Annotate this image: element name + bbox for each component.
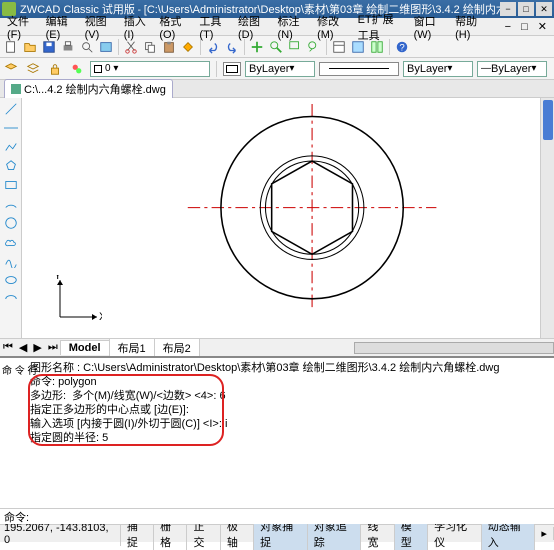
menu-format[interactable]: 格式(O): [154, 13, 194, 41]
doc-restore-button[interactable]: □: [516, 21, 533, 33]
scrollbar-horizontal[interactable]: [354, 342, 554, 354]
revcloud-button[interactable]: [2, 233, 20, 251]
rect-button[interactable]: [2, 176, 20, 194]
menu-window[interactable]: 窗口(W): [409, 13, 450, 41]
cmd-side-label: 命 令 行: [2, 362, 38, 377]
color-combo[interactable]: ByLayer ▾: [245, 61, 315, 77]
help-button[interactable]: ?: [393, 38, 411, 56]
maximize-button[interactable]: □: [518, 2, 534, 16]
menu-modify[interactable]: 修改(M): [312, 13, 353, 41]
paste-button[interactable]: [160, 38, 178, 56]
svg-text:X: X: [99, 311, 102, 323]
document-tabs: C:\...4.2 绘制内六角螺栓.dwg: [0, 80, 554, 98]
zoom-button[interactable]: [267, 38, 285, 56]
layer-state-button[interactable]: [24, 60, 42, 78]
close-button[interactable]: ✕: [536, 2, 552, 16]
layer-lock-button[interactable]: [46, 60, 64, 78]
print-button[interactable]: [59, 38, 77, 56]
dwg-icon: [11, 84, 21, 94]
ellipse-arc-button[interactable]: [2, 290, 20, 308]
properties-button[interactable]: [330, 38, 348, 56]
layer-props-button[interactable]: [2, 60, 20, 78]
svg-text:?: ?: [399, 42, 404, 53]
menu-tools[interactable]: 工具(T): [194, 13, 233, 41]
menu-draw[interactable]: 绘图(D): [233, 13, 273, 41]
menu-help[interactable]: 帮助(H): [450, 13, 490, 41]
layout-tab-model[interactable]: Model: [60, 340, 110, 355]
scrollbar-vertical[interactable]: [540, 98, 554, 338]
redo-button[interactable]: [223, 38, 241, 56]
polygon-button[interactable]: [2, 157, 20, 175]
status-bar: 195.2067, -143.8103, 0 捕捉 栅格 正交 极轴 对象捕捉 …: [0, 524, 554, 542]
open-button[interactable]: [21, 38, 39, 56]
tab-prev-button[interactable]: ◀: [16, 341, 30, 354]
undo-button[interactable]: [204, 38, 222, 56]
draw-toolbar: [0, 98, 22, 338]
work-area: X Y: [0, 98, 554, 338]
menu-bar: 文件(F) 编辑(E) 视图(V) 插入(I) 格式(O) 工具(T) 绘图(D…: [0, 18, 554, 36]
design-center-button[interactable]: [349, 38, 367, 56]
ucs-icon: X Y: [52, 275, 102, 328]
tool-palette-button[interactable]: [368, 38, 386, 56]
menu-file[interactable]: 文件(F): [2, 13, 41, 41]
pline-button[interactable]: [2, 138, 20, 156]
command-window[interactable]: 命 令 行 图形名称 : C:\Users\Administrator\Desk…: [0, 356, 554, 524]
menu-insert[interactable]: 插入(I): [119, 13, 155, 41]
zoom-prev-button[interactable]: [305, 38, 323, 56]
copy-button[interactable]: [141, 38, 159, 56]
menu-edit[interactable]: 编辑(E): [41, 13, 80, 41]
lineweight-combo[interactable]: — ByLayer ▾: [477, 61, 547, 77]
coordinates-display: 195.2067, -143.8103, 0: [0, 522, 121, 546]
tab-next-button[interactable]: ▶: [30, 341, 44, 354]
doc-minimize-button[interactable]: −: [500, 21, 516, 33]
new-button[interactable]: [2, 38, 20, 56]
menu-dim[interactable]: 标注(N): [273, 13, 313, 41]
line-button[interactable]: [2, 100, 20, 118]
layout-tab-2[interactable]: 布局2: [154, 338, 200, 357]
command-input[interactable]: 命令:: [0, 508, 554, 524]
menu-view[interactable]: 视图(V): [80, 13, 119, 41]
tab-first-button[interactable]: ⏮: [0, 341, 16, 354]
minimize-button[interactable]: −: [500, 2, 516, 16]
spline-button[interactable]: [2, 252, 20, 270]
cut-button[interactable]: [122, 38, 140, 56]
svg-text:Y: Y: [54, 275, 62, 282]
save-button[interactable]: [40, 38, 58, 56]
arc-button[interactable]: [2, 195, 20, 213]
drawing-canvas[interactable]: X Y: [22, 98, 540, 338]
layout-tabs: ⏮ ◀ ▶ ⏭ Model 布局1 布局2: [0, 338, 554, 356]
pan-button[interactable]: [248, 38, 266, 56]
layer-combo[interactable]: 0 ▾: [90, 61, 210, 77]
publish-button[interactable]: [97, 38, 115, 56]
properties-toolbar: 0 ▾ ByLayer ▾ ByLayer ▾ — ByLayer ▾: [0, 58, 554, 80]
zoom-window-button[interactable]: [286, 38, 304, 56]
linetype-combo[interactable]: ByLayer ▾: [403, 61, 473, 77]
layout-tab-1[interactable]: 布局1: [109, 338, 155, 357]
layer-filter-button[interactable]: [68, 60, 86, 78]
linetype-swatch[interactable]: [319, 62, 399, 76]
ellipse-button[interactable]: [2, 271, 20, 289]
match-button[interactable]: [179, 38, 197, 56]
tab-last-button[interactable]: ⏭: [45, 341, 61, 354]
command-history: 图形名称 : C:\Users\Administrator\Desktop\素材…: [30, 361, 548, 445]
preview-button[interactable]: [78, 38, 96, 56]
color-swatch[interactable]: [223, 62, 241, 76]
doc-tab-label: C:\...4.2 绘制内六角螺栓.dwg: [24, 81, 166, 97]
xline-button[interactable]: [2, 119, 20, 137]
doc-tab-active[interactable]: C:\...4.2 绘制内六角螺栓.dwg: [4, 79, 173, 98]
doc-close-button[interactable]: ✕: [533, 20, 552, 33]
circle-button[interactable]: [2, 214, 20, 232]
